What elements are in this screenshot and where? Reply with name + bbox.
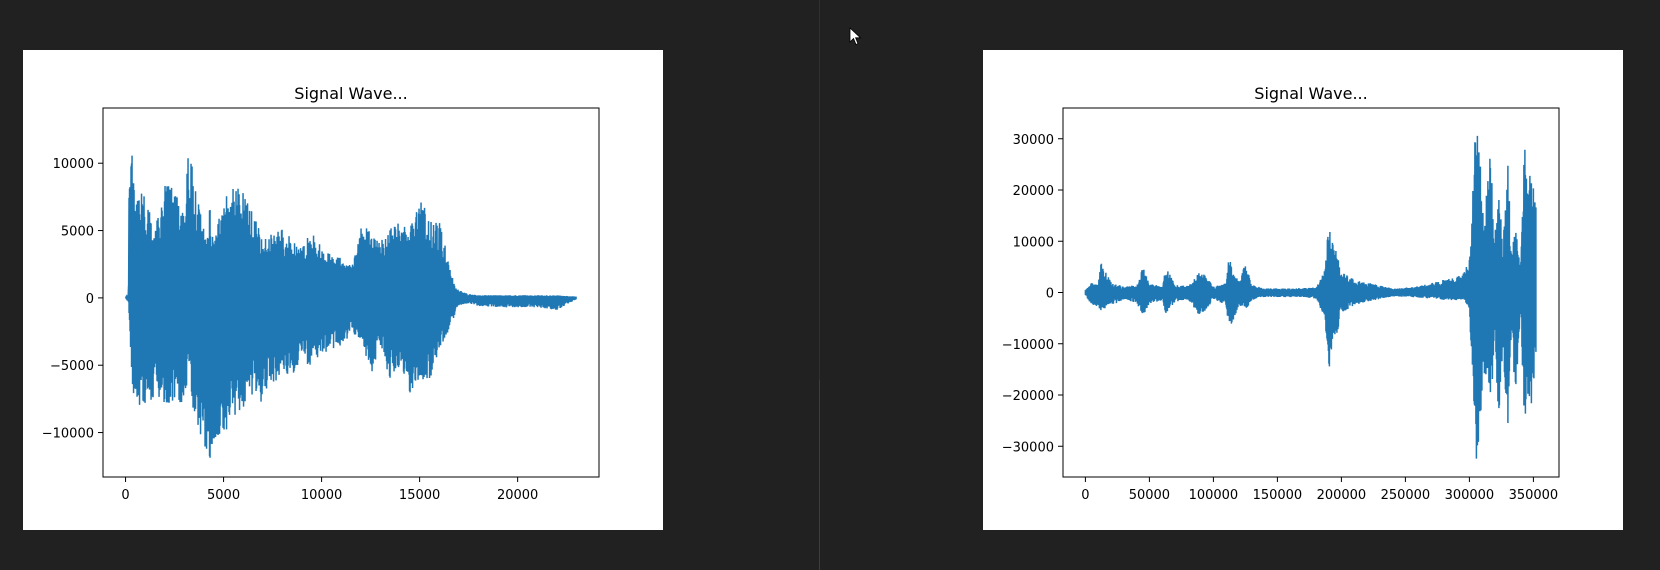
figure-right: Signal Wave... 0 50000 100000 150000 200000 25… [983,50,1623,530]
chart-left-xtick-label: 5000 [207,488,240,503]
pane-divider-handle[interactable] [819,380,820,570]
chart-right-ytick-label: −30000 [1002,440,1054,455]
chart-right-xtick-label: 150000 [1253,488,1303,503]
chart-left-ytick-label: −5000 [50,359,94,374]
chart-left-ytick-label: 5000 [61,225,94,240]
chart-right-ytick-label: −10000 [1002,338,1054,353]
chart-right-title: Signal Wave... [1254,84,1367,103]
figure-left: Signal Wave... 0 5000 10000 15000 20000 −10000… [23,50,663,530]
chart-right-ytick-label: 30000 [1013,133,1054,148]
chart-right-ytick-label: 10000 [1013,235,1054,250]
chart-left-xtick-label: 15000 [399,488,440,503]
chart-right-ytick-label: 0 [1046,287,1054,302]
chart-left-xtick-label: 20000 [497,488,538,503]
chart-left-ytick-label: −10000 [42,427,94,442]
chart-right-xtick-label: 350000 [1509,488,1559,503]
chart-left-ytick-label: 10000 [53,157,94,172]
chart-right-xtick-label: 300000 [1445,488,1495,503]
chart-right-xtick-label: 100000 [1189,488,1239,503]
chart-right-xtick-label: 50000 [1129,488,1170,503]
chart-left-title: Signal Wave... [294,84,407,103]
chart-right-xtick-label: 200000 [1317,488,1367,503]
mouse-cursor-icon [849,27,862,46]
chart-right: Signal Wave...0 50000 100000 150000 200000 25… [1002,84,1560,503]
chart-left-xtick-label: 10000 [301,488,342,503]
chart-right-series-line [1084,135,1537,459]
chart-right-ytick-label: −20000 [1002,389,1054,404]
chart-left-series-line [124,155,577,458]
chart-right-ytick-label: 20000 [1013,184,1054,199]
chart-right-xtick-label: 250000 [1381,488,1431,503]
chart-left-xtick-label: 0 [121,488,129,503]
chart-left-ytick-label: 0 [86,292,94,307]
chart-left: Signal Wave... 0 5000 10000 15000 20000 −10000… [42,84,600,503]
chart-right-xtick-label: 0 [1081,488,1089,503]
